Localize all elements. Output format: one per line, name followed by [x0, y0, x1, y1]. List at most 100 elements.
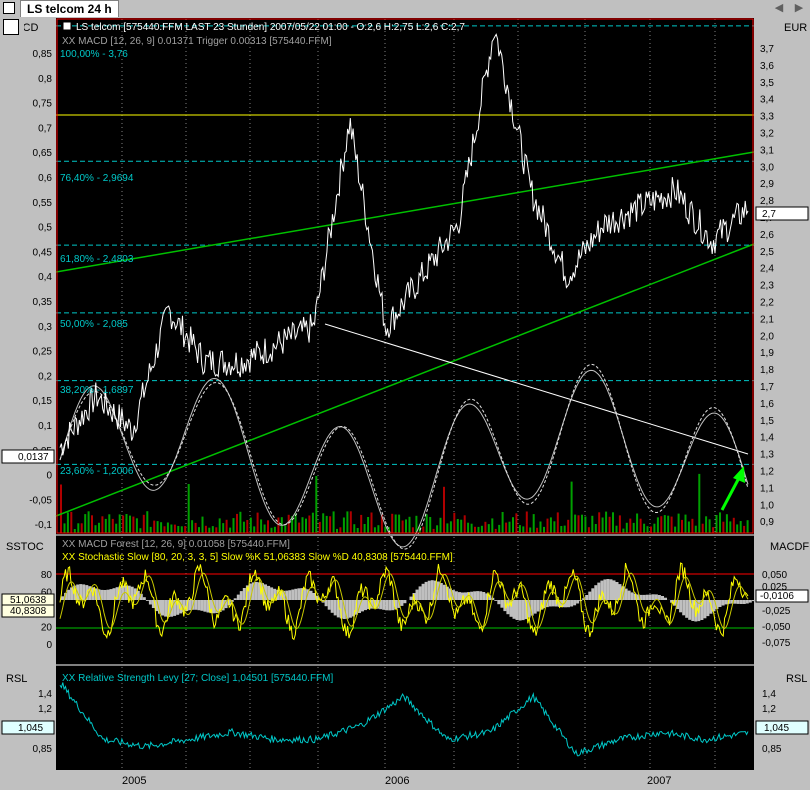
macd-tick: 0,25 [33, 347, 53, 358]
forest-bar [348, 600, 352, 618]
volume-bar [322, 513, 325, 533]
volume-bar [298, 522, 301, 533]
macdf-tick: 0,050 [762, 570, 787, 581]
forest-bar [297, 588, 301, 600]
macd-tick: 0,7 [38, 123, 52, 134]
volume-bar [522, 526, 525, 533]
fib-label-61: 61,80% - 2,4803 [60, 254, 134, 265]
forest-bar [645, 594, 649, 600]
forest-bar [454, 591, 458, 600]
rsl-right-tick: 1,4 [762, 689, 776, 700]
chart-app-icon[interactable] [3, 19, 19, 35]
forest-bar [745, 600, 749, 604]
forest-bar [651, 594, 655, 600]
volume-bar [353, 524, 356, 533]
volume-bar [453, 512, 456, 533]
volume-bar [463, 515, 466, 533]
volume-bar [587, 527, 590, 533]
volume-bar [225, 519, 228, 533]
rsl-left-tick: 1,4 [38, 689, 52, 700]
volume-bar [77, 523, 80, 533]
volume-bar [677, 513, 680, 533]
volume-bar [118, 514, 121, 533]
price-tick: 2,1 [760, 314, 774, 325]
volume-bar [215, 527, 218, 533]
forest-bar [642, 594, 646, 600]
price-tick: 3,1 [760, 145, 774, 156]
volume-bar [543, 526, 545, 533]
price-tick: 0,9 [760, 517, 774, 528]
volume-bar [246, 520, 249, 533]
forest-bar [427, 580, 431, 600]
forest-bar [82, 584, 86, 600]
forest-bar [233, 598, 237, 600]
volume-bar [287, 514, 290, 533]
volume-bar [218, 518, 221, 533]
forest-bar [403, 600, 407, 604]
volume-bar [91, 515, 93, 533]
volume-bar [691, 518, 694, 533]
volume-bar [63, 523, 66, 533]
forest-bar [327, 600, 331, 610]
volume-bar [277, 517, 280, 533]
volume-bar [667, 515, 670, 533]
volume-bar [191, 520, 194, 533]
forest-bar [67, 589, 71, 600]
forest-bar [330, 600, 334, 613]
forest-bar [194, 600, 198, 610]
stoch-d-readout: 40,8308 [1, 604, 55, 618]
volume-bar [425, 514, 428, 533]
forest-bar [164, 600, 168, 617]
svg-text:0,0137: 0,0137 [18, 452, 49, 463]
forest-bar [661, 596, 664, 600]
volume-bar [656, 517, 659, 533]
volume-bar [646, 526, 649, 533]
volume-bar [546, 518, 549, 533]
forest-bar [612, 580, 616, 600]
volume-bar [370, 512, 373, 533]
volume-bar [563, 525, 566, 533]
volume-bar [177, 526, 180, 533]
volume-bar [615, 525, 618, 533]
price-tick: 3,6 [760, 61, 774, 72]
forest-bar [236, 594, 240, 600]
forest-bar [536, 600, 540, 612]
volume-bar [125, 514, 128, 533]
forest-bar [203, 600, 207, 612]
macdf-tick: -0,075 [762, 638, 791, 649]
legend-toggle-icon[interactable] [62, 21, 72, 31]
forest-bar [594, 585, 598, 600]
volume-bar [363, 524, 366, 533]
volume-bar [449, 521, 452, 533]
macd-tick: 0,2 [38, 371, 52, 382]
rsl-left-readout: 1,045 [1, 720, 55, 735]
volume-bar [198, 527, 200, 533]
volume-bar [684, 514, 687, 533]
forest-bar [748, 600, 752, 603]
volume-bar [315, 476, 318, 533]
macd-tick: 0,4 [38, 272, 52, 283]
volume-bar [439, 517, 442, 533]
forest-bar [627, 590, 631, 600]
sstoc-axis-title: SSTOC [6, 541, 44, 553]
volume-bar [687, 521, 690, 533]
volume-bar [498, 524, 501, 533]
volume-bar [487, 524, 490, 533]
volume-bar [360, 514, 363, 533]
volume-bar [104, 518, 107, 533]
macd-tick: 0,6 [38, 173, 52, 184]
price-tick: 2,4 [760, 264, 774, 275]
volume-bar [208, 527, 211, 533]
forest-bar [142, 597, 146, 600]
forest-bar [415, 589, 419, 600]
volume-bar [429, 517, 432, 533]
macdf-value-readout: -0,0106 [755, 589, 809, 603]
price-panel [56, 18, 754, 534]
forest-bar [506, 600, 510, 615]
volume-bar [556, 512, 559, 533]
macd-tick: -0,1 [35, 520, 53, 531]
forest-bar [521, 600, 525, 621]
volume-bar [674, 526, 677, 533]
price-tick: 2,6 [760, 230, 774, 241]
forest-bar [721, 600, 725, 606]
